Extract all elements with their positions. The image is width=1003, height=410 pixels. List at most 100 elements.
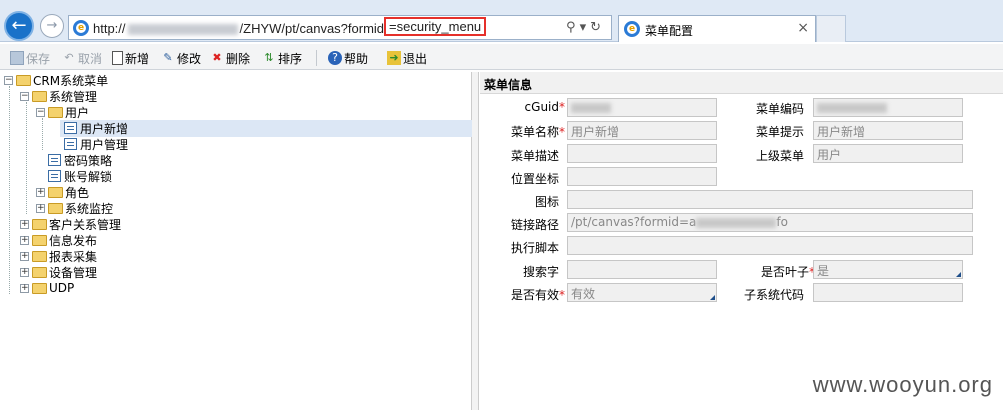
delete-button[interactable]: ✖ 删除 xyxy=(210,49,250,67)
save-button[interactable]: 保存 xyxy=(10,49,50,67)
subsystem-code-label: 子系统代码 xyxy=(743,288,804,302)
tree-node-sys-mgmt[interactable]: − 系统管理 xyxy=(20,88,97,104)
edit-icon: ✎ xyxy=(163,51,173,64)
position-label: 位置坐标 xyxy=(510,172,559,186)
menu-info-panel: 菜单信息 cGuid* 菜单编码 菜单名称* 用户新增 菜单提示 用户新增 菜单… xyxy=(480,72,1003,410)
save-icon xyxy=(10,51,24,65)
tree-node-user-mgmt[interactable]: 用户管理 xyxy=(64,136,128,152)
tree-node-root[interactable]: − CRM系统菜单 xyxy=(4,72,108,88)
tree-line xyxy=(9,86,10,294)
is-valid-label: 是否有效* xyxy=(510,288,565,302)
expand-icon[interactable]: + xyxy=(20,267,29,277)
toolbar-separator xyxy=(316,50,317,66)
exec-script-label: 执行脚本 xyxy=(510,241,559,255)
address-bar[interactable]: e http:///ZHYW/pt/canvas?formid =security… xyxy=(68,15,612,40)
expand-icon[interactable]: + xyxy=(36,203,45,213)
page-icon xyxy=(48,154,61,166)
tree-node-acct-unlock[interactable]: 账号解锁 xyxy=(48,168,112,184)
address-controls[interactable]: ⚲▾↻ xyxy=(566,20,605,35)
url-highlight: =security_menu xyxy=(384,17,487,36)
tab-menu-config[interactable]: e 菜单配置 × xyxy=(618,15,816,42)
exit-button[interactable]: ➜ 退出 xyxy=(387,49,427,67)
menu-tip-label: 菜单提示 xyxy=(755,125,804,139)
cguid-label: cGuid* xyxy=(524,100,565,114)
tab-ie-icon: e xyxy=(624,21,640,37)
cancel-button[interactable]: ↶ 取消 xyxy=(62,49,102,67)
tree-node-device[interactable]: + 设备管理 xyxy=(20,264,97,280)
forward-button[interactable]: → xyxy=(40,14,64,38)
tree-node-pwd-policy[interactable]: 密码策略 xyxy=(48,152,112,168)
expand-icon[interactable]: + xyxy=(20,235,29,245)
back-button[interactable]: ← xyxy=(4,11,34,41)
link-path-label: 链接路径 xyxy=(510,218,559,232)
menu-desc-field[interactable] xyxy=(567,144,717,163)
help-icon: ? xyxy=(328,51,342,65)
edit-button[interactable]: ✎ 修改 xyxy=(161,49,201,67)
delete-icon: ✖ xyxy=(212,51,222,64)
sort-icon: ⇅ xyxy=(264,51,274,64)
expand-icon[interactable]: + xyxy=(20,219,29,229)
menu-name-label: 菜单名称* xyxy=(510,125,565,139)
search-keyword-field[interactable] xyxy=(567,260,717,279)
is-leaf-select[interactable]: 是 xyxy=(813,260,963,279)
tab-close-icon[interactable]: × xyxy=(797,20,809,36)
tab-title: 菜单配置 xyxy=(645,24,694,38)
tree-node-report[interactable]: + 报表采集 xyxy=(20,248,97,264)
is-valid-select[interactable]: 有效 xyxy=(567,283,717,302)
tree-node-sys-monitor[interactable]: + 系统监控 xyxy=(36,200,113,216)
expand-icon[interactable]: + xyxy=(36,187,45,197)
redacted-value xyxy=(571,102,611,113)
tree-line xyxy=(26,102,27,214)
folder-open-icon xyxy=(48,106,63,118)
search-keyword-label: 搜索字 xyxy=(522,265,559,279)
folder-icon xyxy=(32,218,47,230)
collapse-icon[interactable]: − xyxy=(20,91,29,101)
folder-icon xyxy=(32,250,47,262)
tree-node-user-add[interactable]: 用户新增 xyxy=(64,120,128,136)
collapse-icon[interactable]: − xyxy=(4,75,13,85)
folder-open-icon xyxy=(32,90,47,102)
collapse-icon[interactable]: − xyxy=(36,107,45,117)
new-tab-button[interactable] xyxy=(816,15,846,42)
tree-node-role[interactable]: + 角色 xyxy=(36,184,89,200)
new-doc-icon xyxy=(112,51,123,65)
is-leaf-label: 是否叶子* xyxy=(760,265,815,279)
toolbar: 保存 ↶ 取消 新增 ✎ 修改 ✖ 删除 ⇅ 排序 ? 帮助 ➜ 退出 xyxy=(0,44,1003,70)
tree-node-user[interactable]: − 用户 xyxy=(36,104,89,120)
page-icon xyxy=(48,170,61,182)
sort-button[interactable]: ⇅ 排序 xyxy=(262,49,302,67)
tree-node-info-pub[interactable]: + 信息发布 xyxy=(20,232,97,248)
menu-name-field[interactable]: 用户新增 xyxy=(567,121,717,140)
parent-menu-label: 上级菜单 xyxy=(755,149,804,163)
watermark: www.wooyun.org xyxy=(812,372,993,397)
menu-tip-field[interactable]: 用户新增 xyxy=(813,121,963,140)
tree-node-crm[interactable]: + 客户关系管理 xyxy=(20,216,121,232)
menu-tree: − CRM系统菜单 − 系统管理 − 用户 用户新增 用户管理 密码策略 账号解锁 +… xyxy=(0,72,472,410)
expand-icon[interactable]: + xyxy=(20,251,29,261)
add-button[interactable]: 新增 xyxy=(112,49,149,67)
undo-icon: ↶ xyxy=(64,51,74,64)
redacted-value xyxy=(696,217,777,228)
help-button[interactable]: ? 帮助 xyxy=(328,49,368,67)
icon-label: 图标 xyxy=(534,195,559,209)
parent-menu-field[interactable]: 用户 xyxy=(813,144,963,163)
subsystem-code-field[interactable] xyxy=(813,283,963,302)
pane-splitter[interactable] xyxy=(472,72,479,410)
menu-code-field[interactable] xyxy=(813,98,963,117)
folder-open-icon xyxy=(16,74,31,86)
exec-script-field[interactable] xyxy=(567,236,973,255)
cguid-field[interactable] xyxy=(567,98,717,117)
tree-line xyxy=(42,118,43,150)
menu-code-label: 菜单编码 xyxy=(755,102,804,116)
tree-node-udp[interactable]: + UDP xyxy=(20,280,74,296)
page-icon xyxy=(64,122,77,134)
ie-icon: e xyxy=(73,20,89,36)
position-field[interactable] xyxy=(567,167,717,186)
expand-icon[interactable]: + xyxy=(20,283,29,293)
icon-field[interactable] xyxy=(567,190,973,209)
url-text: http:///ZHYW/pt/canvas?formid =security_m… xyxy=(93,17,487,36)
page-icon xyxy=(64,138,77,150)
link-path-field[interactable]: /pt/canvas?formid=a fo xyxy=(567,213,973,232)
menu-desc-label: 菜单描述 xyxy=(510,149,559,163)
exit-icon: ➜ xyxy=(387,51,401,65)
